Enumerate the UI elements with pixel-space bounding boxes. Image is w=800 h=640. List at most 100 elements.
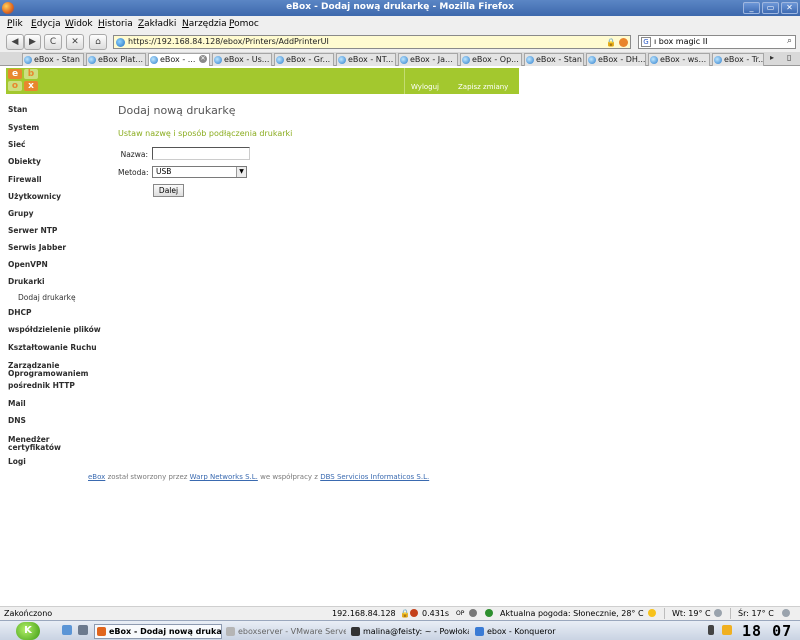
menu-bar: Plik Edycja Widok Historia Zakładki Narz… (0, 16, 800, 32)
desktop-icon[interactable] (62, 625, 72, 635)
tab-item[interactable]: eBox - DH... (586, 53, 646, 66)
tab-favicon-icon (526, 56, 534, 64)
sidebar-item-4[interactable]: Firewall (8, 176, 103, 184)
tab-favicon-icon (214, 56, 222, 64)
close-tab-icon[interactable]: ✕ (199, 55, 207, 63)
lock-icon[interactable]: 🔒 (400, 609, 410, 618)
window-title: eBox - Dodaj nową drukarkę - Mozilla Fir… (286, 2, 514, 12)
tab-favicon-icon (276, 56, 284, 64)
task-konqueror[interactable]: ebox - Konqueror (472, 624, 572, 639)
cloud-icon (782, 609, 790, 618)
tab-item[interactable]: eBox - Us... (212, 53, 272, 66)
reload-button[interactable]: C (44, 34, 62, 50)
tab-item[interactable]: eBox - Gr... (274, 53, 334, 66)
sidebar-item-17[interactable]: Mail (8, 400, 103, 408)
tab-item[interactable]: eBox - Op... (460, 53, 522, 66)
terminal-icon[interactable] (78, 625, 88, 635)
forecast-tue: Wt: 19° C (672, 609, 711, 618)
chevron-down-icon[interactable]: ▼ (236, 167, 246, 177)
menu-narzedzia[interactable]: Narzędzia (182, 19, 227, 29)
task-konsole[interactable]: malina@feisty: ~ - Powłoka (348, 624, 470, 639)
url-bar[interactable]: https://192.168.84.128/ebox/Printers/Add… (113, 35, 631, 49)
tab-bar: eBox - Stan eBox Plat... eBox - ... ✕ eBo… (0, 52, 800, 66)
kde-menu-button[interactable]: K (16, 622, 40, 640)
home-button[interactable]: ⌂ (89, 34, 107, 50)
tab-item[interactable]: eBox - Ja... (398, 53, 458, 66)
menu-edycja[interactable]: Edycja (31, 19, 61, 29)
forecast-wed: Śr: 17° C (738, 609, 774, 618)
sidebar-item-15[interactable]: Zarządzanie Oprogramowaniem (8, 362, 90, 378)
tab-item[interactable]: eBox - Stan (22, 53, 84, 66)
tab-item[interactable]: eBox - Stan (524, 53, 584, 66)
tab-item-active[interactable]: eBox - ... ✕ (148, 53, 210, 66)
menu-widok[interactable]: Widok (65, 19, 93, 29)
sidebar-item-10[interactable]: Drukarki (8, 278, 103, 286)
menu-plik[interactable]: Plik (7, 19, 23, 29)
logout-link[interactable]: Wyloguj (411, 83, 439, 91)
back-button[interactable]: ◀ (6, 34, 24, 50)
task-vmware[interactable]: eboxserver - VMware Server (223, 624, 347, 639)
maximize-button[interactable]: ▭ (762, 2, 779, 14)
sidebar-item-16[interactable]: pośrednik HTTP (8, 382, 103, 390)
firebug-icon[interactable] (410, 609, 418, 618)
minimize-button[interactable]: _ (743, 2, 760, 14)
addon-icon[interactable] (485, 609, 493, 618)
site-identity-icon[interactable] (116, 38, 125, 47)
sidebar-item-18[interactable]: DNS (8, 417, 103, 425)
search-engine-icon[interactable]: G (641, 37, 651, 47)
next-button[interactable]: Dalej (153, 184, 184, 197)
forward-button[interactable]: ▶ (24, 34, 41, 50)
sidebar-item-2[interactable]: Sieć (8, 141, 103, 149)
sidebar-item-7[interactable]: Serwer NTP (8, 227, 103, 235)
tab-item[interactable]: eBox - Tr... (712, 53, 764, 66)
sidebar-item-9[interactable]: OpenVPN (8, 261, 103, 269)
tab-item[interactable]: eBox - NT... (336, 53, 396, 66)
ebox-link[interactable]: eBox (88, 473, 105, 481)
tab-scroll-right-icon[interactable]: ▸ (770, 53, 774, 62)
lock-icon[interactable]: 🔒 (606, 38, 616, 47)
tab-favicon-icon (150, 56, 158, 64)
sidebar-item-11[interactable]: Dodaj drukarkę (18, 294, 113, 302)
sidebar-item-14[interactable]: Kształtowanie Ruchu (8, 344, 103, 352)
menu-pomoc[interactable]: Pomoc (229, 19, 259, 29)
clock[interactable]: 18 07 (742, 622, 792, 640)
sidebar-item-20[interactable]: Logi (8, 458, 103, 466)
load-time: 0.431s (422, 609, 450, 618)
method-label: Metoda: (118, 168, 149, 177)
taskbar: K eBox - Dodaj nową drukarkę eboxserver … (0, 620, 800, 640)
feed-icon[interactable] (619, 38, 628, 47)
save-changes-link[interactable]: Zapisz zmiany (458, 83, 508, 91)
sidebar-item-1[interactable]: System (8, 124, 103, 132)
menu-zakladki[interactable]: Zakładki (138, 19, 176, 29)
sidebar-item-8[interactable]: Serwis Jabber (8, 244, 103, 252)
sidebar-item-0[interactable]: Stan (8, 106, 103, 114)
tab-item[interactable]: eBox Plat... (86, 53, 146, 66)
sidebar-item-3[interactable]: Obiekty (8, 158, 103, 166)
sidebar-item-19[interactable]: Menedżer certyfikatów (8, 436, 90, 452)
dbs-link[interactable]: DBS Servicios Informaticos S.L. (320, 473, 429, 481)
search-icon[interactable]: ⌕ (787, 36, 792, 46)
url-text[interactable]: https://192.168.84.128/ebox/Printers/Add… (128, 37, 329, 46)
sidebar-item-12[interactable]: DHCP (8, 309, 103, 317)
task-firefox[interactable]: eBox - Dodaj nową drukarkę (94, 624, 222, 639)
search-input[interactable]: ı box magic II (654, 37, 707, 46)
printer-name-input[interactable] (152, 147, 250, 160)
sidebar-item-5[interactable]: Użytkownicy (8, 193, 103, 201)
sidebar-item-6[interactable]: Grupy (8, 210, 103, 218)
tab-item[interactable]: eBox - ws... (648, 53, 710, 66)
sidebar-item-13[interactable]: współdzielenie plików (8, 326, 103, 334)
warp-networks-link[interactable]: Warp Networks S.L. (190, 473, 258, 481)
title-bar: eBox - Dodaj nową drukarkę - Mozilla Fir… (0, 0, 800, 16)
close-button[interactable]: ✕ (781, 2, 798, 14)
method-select[interactable]: USB ▼ (152, 166, 247, 178)
menu-historia[interactable]: Historia (98, 19, 133, 29)
ebox-header: e b o x Wyloguj Zapisz zmiany (6, 68, 519, 94)
terminal-icon (351, 627, 360, 636)
tray-icon[interactable] (722, 625, 732, 635)
new-tab-icon[interactable]: ▯ (787, 53, 791, 62)
settings-icon[interactable] (469, 609, 477, 618)
status-ip: 192.168.84.128 (332, 609, 396, 618)
volume-icon[interactable] (708, 625, 714, 635)
stop-button[interactable]: ✕ (66, 34, 84, 50)
search-box[interactable]: G ı box magic II ⌕ (638, 35, 796, 49)
